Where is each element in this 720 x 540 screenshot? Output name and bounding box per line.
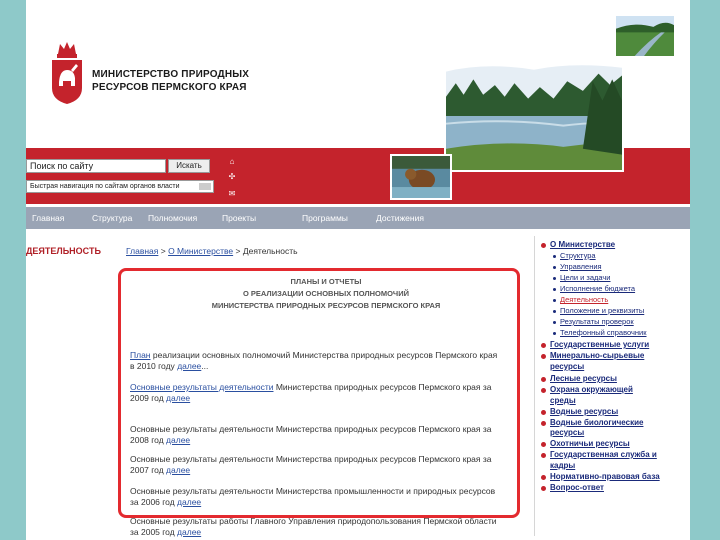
sidebar-item-faq[interactable]: Вопрос-ответ	[550, 483, 604, 492]
sidebar-item-aquatic[interactable]: Водные биологические	[550, 418, 643, 427]
sidebar-item-environment-cont[interactable]: среды	[550, 396, 576, 405]
breadcrumb-separator: >	[160, 246, 166, 256]
bullet-icon	[541, 343, 546, 348]
section-title: ДЕЯТЕЛЬНОСТЬ	[26, 246, 101, 256]
bullet-icon	[541, 421, 546, 426]
quick-navigation-select[interactable]: Быстрая навигация по сайтам органов влас…	[26, 180, 214, 193]
nav-achievements[interactable]: Достижения	[376, 213, 424, 223]
dot-icon	[553, 277, 556, 280]
sidebar-item-minerals-cont[interactable]: ресурсы	[550, 362, 584, 371]
nav-projects[interactable]: Проекты	[222, 213, 256, 223]
sidebar-item-civil-service-cont[interactable]: кадры	[550, 461, 575, 470]
sidebar-item-aquatic-cont[interactable]: ресурсы	[550, 428, 584, 437]
sidebar-item-environment[interactable]: Охрана окружающей	[550, 385, 633, 394]
sidebar-subitem-phonebook[interactable]: Телефонный справочник	[560, 328, 647, 337]
dot-icon	[553, 310, 556, 313]
dot-icon	[553, 321, 556, 324]
bullet-icon	[541, 475, 546, 480]
breadcrumb-current: Деятельность	[242, 246, 298, 256]
chevron-down-icon	[199, 183, 211, 190]
dot-icon	[553, 255, 556, 258]
dot-icon	[553, 299, 556, 302]
sidebar-subitem-structure[interactable]: Структура	[560, 251, 596, 260]
dot-icon	[553, 288, 556, 291]
sidebar-item-services[interactable]: Государственные услуги	[550, 340, 649, 349]
bullet-icon	[541, 486, 546, 491]
ministry-name-line2: РЕСУРСОВ ПЕРМСКОГО КРАЯ	[92, 82, 247, 93]
nav-structure[interactable]: Структура	[92, 213, 132, 223]
breadcrumb-about-link[interactable]: О Министерстве	[168, 246, 233, 256]
search-input[interactable]: Поиск по сайту	[26, 159, 166, 173]
sidebar-item-about[interactable]: О Министерстве	[550, 240, 615, 249]
sidebar-item-minerals[interactable]: Минерально-сырьевые	[550, 351, 644, 360]
sidebar-subitem-regulations[interactable]: Положение и реквизиты	[560, 306, 644, 315]
sidebar-subitem-goals[interactable]: Цели и задачи	[560, 273, 610, 282]
nav-powers[interactable]: Полномочия	[148, 213, 197, 223]
search-button[interactable]: Искать	[168, 159, 210, 173]
sidebar-subitem-departments[interactable]: Управления	[560, 262, 602, 271]
bullet-icon	[541, 453, 546, 458]
quick-navigation-label: Быстрая навигация по сайтам органов влас…	[30, 183, 180, 190]
sidebar-item-water[interactable]: Водные ресурсы	[550, 407, 618, 416]
ministry-name-line1: МИНИСТЕРСТВО ПРИРОДНЫХ	[92, 69, 250, 80]
sidebar-subitem-budget[interactable]: Исполнение бюджета	[560, 284, 635, 293]
dot-icon	[553, 266, 556, 269]
meadow-photo	[614, 14, 676, 58]
bullet-icon	[541, 410, 546, 415]
sidebar-item-hunting[interactable]: Охотничьи ресурсы	[550, 439, 630, 448]
sidebar-subitem-inspections[interactable]: Результаты проверок	[560, 317, 634, 326]
breadcrumb: Главная > О Министерстве > Деятельность	[126, 246, 298, 256]
main-navigation: Главная Структура Полномочия Проекты Про…	[26, 207, 690, 229]
web-page: МИНИСТЕРСТВО ПРИРОДНЫХ РЕСУРСОВ ПЕРМСКОГ…	[26, 0, 690, 540]
left-background	[0, 0, 26, 540]
bullet-icon	[541, 442, 546, 447]
bullet-icon	[541, 377, 546, 382]
bear-photo	[390, 154, 452, 200]
sidebar-subitem-activity[interactable]: Деятельность	[560, 295, 608, 304]
nav-programs[interactable]: Программы	[302, 213, 348, 223]
bullet-icon	[541, 354, 546, 359]
sitemap-icon[interactable]: ✣	[228, 173, 236, 181]
report-year: за 2005 год	[130, 527, 178, 537]
report-item: Основные результаты работы Главного Упра…	[130, 516, 520, 538]
bullet-icon	[541, 388, 546, 393]
bullet-icon	[541, 243, 546, 248]
mail-icon[interactable]: ✉	[228, 190, 236, 198]
ministry-name: МИНИСТЕРСТВО ПРИРОДНЫХ РЕСУРСОВ ПЕРМСКОГ…	[92, 68, 249, 94]
river-landscape-photo	[444, 60, 624, 172]
right-background	[690, 0, 720, 540]
nav-home[interactable]: Главная	[32, 213, 64, 223]
sidebar-item-forest[interactable]: Лесные ресурсы	[550, 374, 617, 383]
coat-of-arms-logo	[52, 42, 82, 104]
breadcrumb-separator: >	[235, 246, 241, 256]
more-link[interactable]: далее	[177, 527, 201, 537]
sidebar-item-civil-service[interactable]: Государственная служба и	[550, 450, 657, 459]
sidebar-menu: О Министерстве Структура Управления Цели…	[534, 236, 690, 536]
breadcrumb-home-link[interactable]: Главная	[126, 246, 158, 256]
sidebar-item-legal[interactable]: Нормативно-правовая база	[550, 472, 660, 481]
home-icon[interactable]: ⌂	[228, 158, 236, 166]
dot-icon	[553, 332, 556, 335]
highlight-frame	[118, 268, 520, 518]
